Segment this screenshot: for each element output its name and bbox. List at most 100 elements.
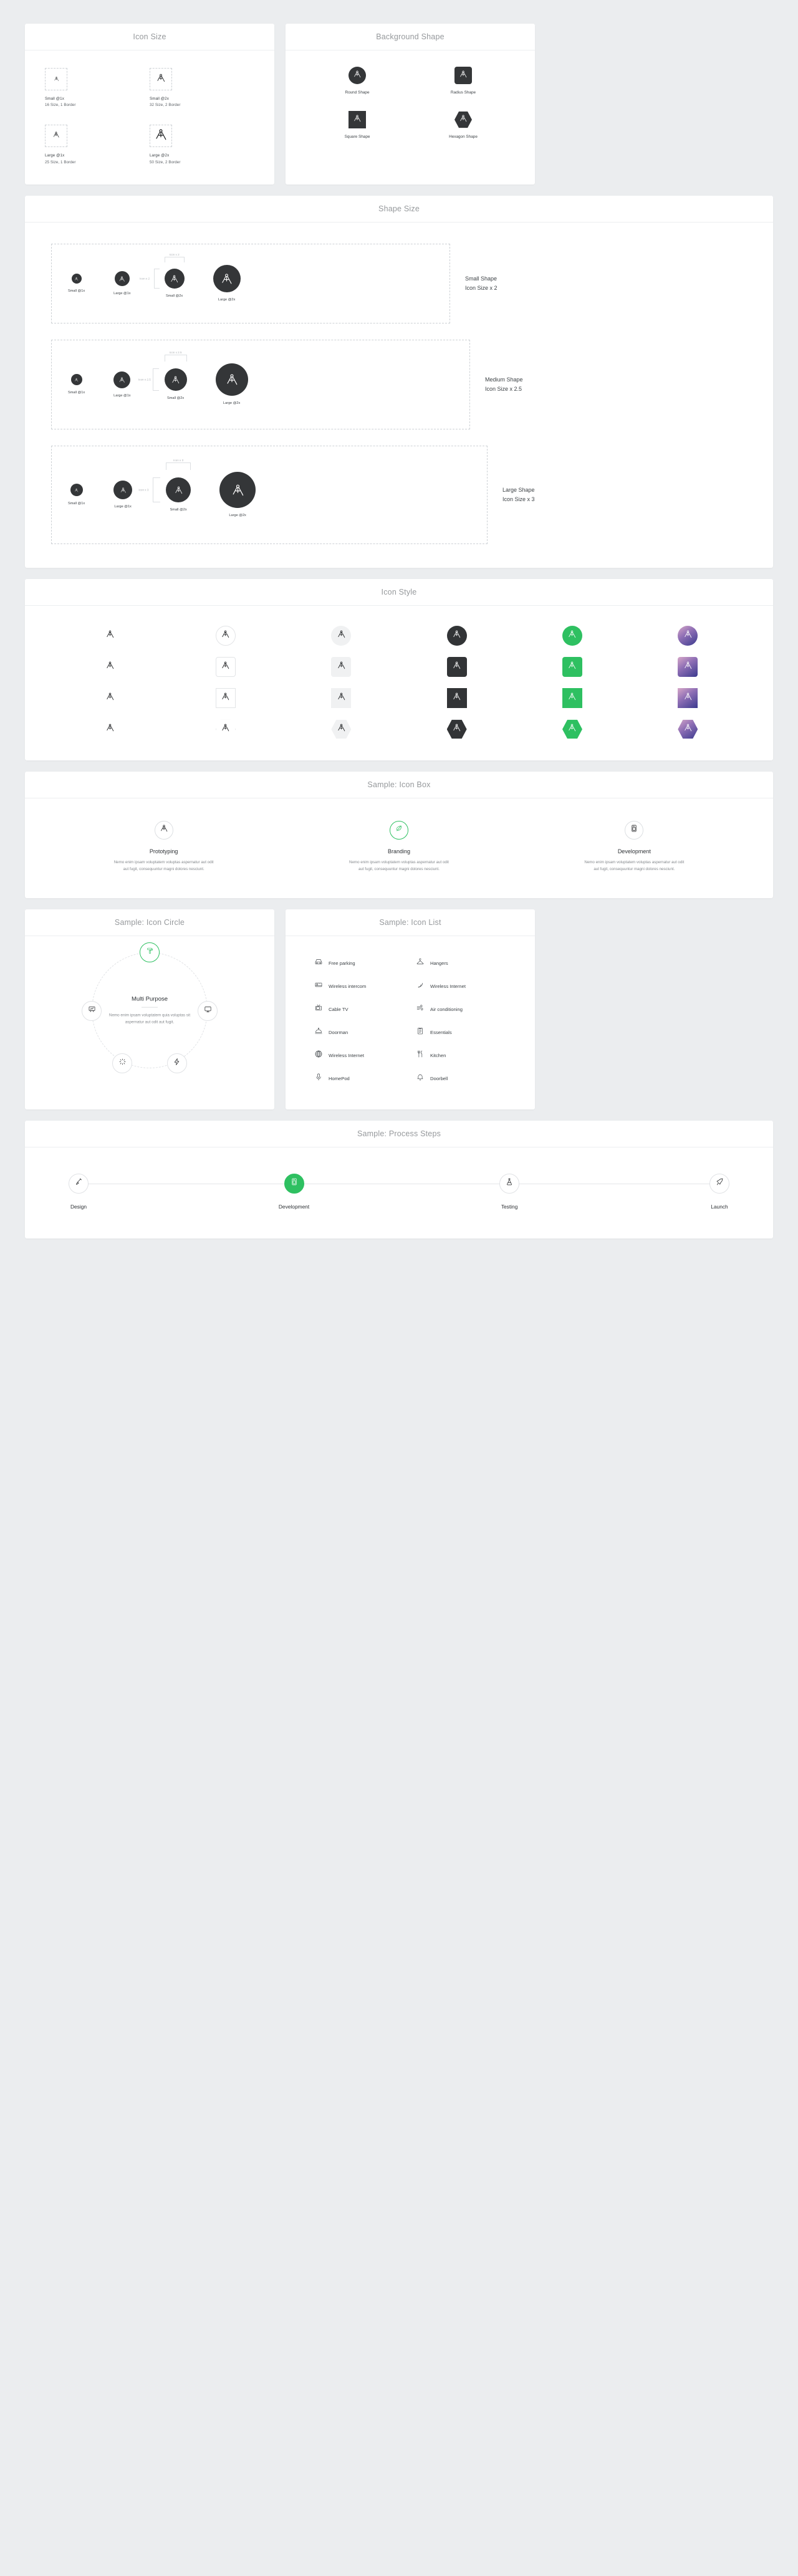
process-step-node[interactable] — [284, 1173, 304, 1194]
list-item[interactable]: Doorman — [314, 1027, 405, 1038]
shape-size-caption: Large @1x — [113, 393, 131, 398]
process-step[interactable]: Development — [279, 1173, 309, 1210]
icon-style-radius-outline[interactable] — [215, 656, 236, 677]
shape-circle — [164, 368, 187, 391]
shape-size-caption: Large @2x — [218, 298, 236, 302]
page-root: Icon Size Small @1x 16 Size, 1 Border Smal… — [0, 0, 798, 1263]
icon-size-name: Large @2x — [150, 153, 170, 158]
list-item-label: Wireless Internet — [329, 1052, 364, 1058]
list-item[interactable]: Air conditioning — [416, 1003, 506, 1015]
process-step-node[interactable] — [499, 1173, 520, 1194]
page-title: Sample: Icon Circle — [114, 917, 185, 927]
card-icon-size: Icon Size Small @1x 16 Size, 1 Border Smal… — [25, 24, 274, 184]
icon-style-square-soft[interactable] — [331, 687, 352, 708]
icon-bounding-box — [150, 68, 172, 90]
compass-icon — [683, 692, 693, 704]
shape-size-caption: Small @1x — [68, 502, 85, 506]
shape-size-caption: Large @1x — [113, 292, 131, 296]
icon-style-square-dark[interactable] — [446, 687, 467, 708]
process-step[interactable]: Testing — [499, 1173, 520, 1210]
background-shape-sample: Radius Shape — [451, 67, 476, 95]
icon-circle-node-left[interactable] — [82, 1000, 102, 1021]
list-item[interactable]: Wireless Internet — [314, 1050, 405, 1061]
shape-circle — [215, 363, 248, 396]
compass-icon — [221, 723, 230, 735]
process-step[interactable]: Design — [69, 1173, 89, 1210]
icon-style-radius-plain[interactable] — [100, 657, 120, 677]
leaf-icon — [395, 824, 403, 836]
icon-circle-node-top[interactable] — [140, 942, 160, 962]
monitor-icon — [204, 1005, 212, 1017]
icon-ring[interactable] — [154, 820, 173, 840]
icon-style-radius-green[interactable] — [562, 656, 582, 677]
icon-box-title: Branding — [387, 848, 410, 855]
icon-style-hexagon-soft[interactable] — [331, 719, 352, 739]
compass-icon — [154, 128, 168, 145]
center-description: Nemo enim ipsam voluptatem quia voluptas… — [108, 1013, 191, 1025]
compass-icon — [337, 630, 346, 642]
icon-circle-node-bottom-right[interactable] — [166, 1053, 187, 1073]
compass-icon — [105, 661, 115, 673]
list-item[interactable]: Essentials — [416, 1027, 506, 1038]
icon-style-body — [25, 606, 773, 760]
card-header: Sample: Icon List — [286, 909, 535, 936]
shape-size-frame: Small @1x Large @1x Icon x 2.5 Icon x 2.5 Sm… — [51, 339, 470, 429]
icon-style-round-dark[interactable] — [446, 625, 467, 646]
page-title: Shape Size — [378, 204, 420, 213]
icon-size-grid: Small @1x 16 Size, 1 Border Small @2x 32 Si… — [45, 68, 254, 166]
icon-style-square-outline[interactable] — [215, 687, 236, 708]
icon-style-radius-dark[interactable] — [446, 656, 467, 677]
compass-icon — [160, 824, 168, 836]
icon-style-hexagon-gradient[interactable] — [678, 719, 698, 739]
shape-size-sample: Small @1x — [68, 274, 85, 293]
icon-circle-body: Multi Purpose Nemo enim ipsam voluptatem… — [25, 936, 274, 1073]
icon-style-round-gradient[interactable] — [678, 625, 698, 646]
list-item[interactable]: Cable TV — [314, 1003, 405, 1015]
process-step-node[interactable] — [709, 1173, 729, 1194]
shape-size-label: Large Shape Icon Size x 3 — [502, 487, 535, 502]
process-step-node[interactable] — [69, 1173, 89, 1194]
icon-style-square-plain[interactable] — [100, 688, 120, 708]
compass-icon — [54, 74, 59, 85]
list-item[interactable]: Wireless intercom — [314, 980, 405, 992]
list-item[interactable]: HomePod — [314, 1073, 405, 1085]
icon-circle-stage: Multi Purpose Nemo enim ipsam voluptatem… — [82, 942, 218, 1073]
list-item[interactable]: Doorbell — [416, 1073, 506, 1085]
icon-ring[interactable] — [625, 820, 644, 840]
list-item-label: Doorman — [329, 1029, 349, 1035]
icon-style-round-plain[interactable] — [100, 626, 120, 646]
shape-label: Round Shape — [345, 90, 370, 95]
process-steps-row: Design Development Testing Launch — [69, 1173, 729, 1210]
process-step[interactable]: Launch — [709, 1173, 729, 1210]
list-item[interactable]: Hangers — [416, 957, 506, 969]
icon-style-radius-soft[interactable] — [331, 656, 352, 677]
list-item[interactable]: Wireless Internet — [416, 980, 506, 992]
compass-icon — [156, 73, 166, 86]
icon-style-square-green[interactable] — [562, 687, 582, 708]
icon-style-hexagon-green[interactable] — [562, 719, 582, 739]
list-item[interactable]: Free parking — [314, 957, 405, 969]
icon-style-hexagon-dark[interactable] — [446, 719, 467, 739]
icon-style-round-soft[interactable] — [331, 625, 352, 646]
icon-size-spec: 32 Size, 2 Border — [150, 103, 181, 108]
icon-circle-node-right[interactable] — [198, 1000, 218, 1021]
icon-style-hexagon-plain[interactable] — [100, 719, 120, 739]
icon-style-square-gradient[interactable] — [678, 687, 698, 708]
icon-circle-node-bottom-left[interactable] — [112, 1053, 133, 1073]
compass-icon — [337, 723, 346, 735]
icon-ring[interactable] — [389, 820, 408, 840]
icon-size-sample: Small @2x 32 Size, 2 Border — [150, 68, 254, 108]
icon-style-round-outline[interactable] — [215, 625, 236, 646]
shape-size-caption: Large @2x — [223, 401, 241, 406]
shape-circle — [114, 271, 130, 287]
shape-size-block: Small @1x Large @1x Icon x 3 Icon x 3 Small … — [25, 445, 773, 544]
card-header: Shape Size — [25, 196, 773, 223]
icon-style-round-green[interactable] — [562, 625, 582, 646]
icon-style-hexagon-outline[interactable] — [215, 719, 236, 739]
icon-style-radius-gradient[interactable] — [678, 656, 698, 677]
list-item[interactable]: Kitchen — [416, 1050, 506, 1061]
shape-size-caption: Small @2x — [166, 294, 183, 299]
shape-size-sample: Large @2x — [215, 363, 248, 406]
icon-box-item: Development Nemo enim ipsam voluptatem vo… — [517, 820, 752, 873]
icon-size-spec: 16 Size, 1 Border — [45, 103, 76, 108]
